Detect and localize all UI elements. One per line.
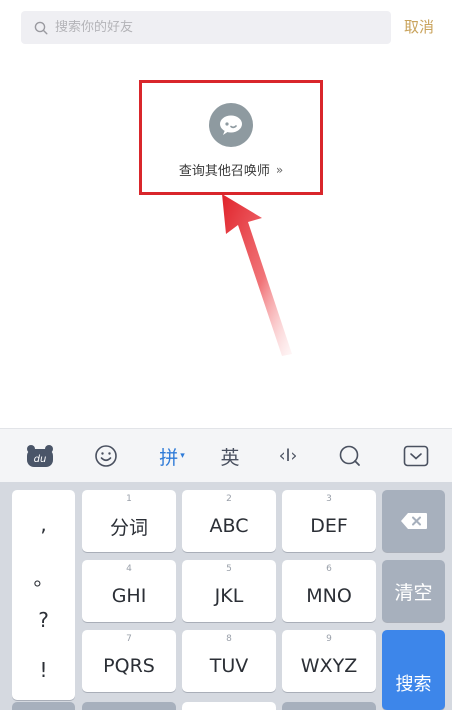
language-key[interactable] [282, 702, 376, 710]
keyboard: , 。 ? ! 1 分词 2 ABC 3 DEF 4 GHI 5 JKL 6 M… [0, 482, 452, 710]
key-label: 分词 [109, 516, 148, 539]
key-number: 6 [326, 564, 332, 574]
search-icon[interactable] [330, 429, 370, 483]
punct-period[interactable]: 。 [12, 562, 75, 591]
emoji-icon[interactable] [86, 429, 126, 483]
key-label: JKL [214, 585, 244, 607]
key-number: 7 [126, 634, 132, 644]
punct-comma[interactable]: , [12, 512, 75, 536]
punct-exclaim[interactable]: ! [12, 658, 75, 682]
chat-bubble-icon [209, 103, 253, 147]
keyboard-toolbar: du 拼 ▾ 英 ‹I› [0, 428, 452, 482]
english-mode-label: 英 [220, 446, 240, 469]
key-number: 2 [226, 494, 232, 504]
key-label: WXYZ [300, 655, 358, 677]
search-bar[interactable] [21, 11, 391, 44]
key-9[interactable]: 9 WXYZ [282, 630, 376, 692]
cancel-button[interactable]: 取消 [404, 16, 434, 37]
dropdown-icon: ▾ [180, 451, 185, 461]
chevron-right-icon: » [275, 162, 284, 177]
key-number: 1 [126, 494, 132, 504]
key-label: ABC [209, 515, 249, 537]
key-label: TUV [209, 655, 249, 677]
du-logo-icon[interactable]: du [20, 429, 60, 483]
key-number: 8 [226, 634, 232, 644]
backspace-button[interactable] [382, 490, 445, 552]
key-2[interactable]: 2 ABC [182, 490, 276, 552]
clear-button[interactable]: 清空 [382, 560, 445, 622]
key-number: 5 [226, 564, 232, 574]
query-label: 查询其他召唤师 [178, 164, 270, 179]
key-label: GHI [111, 585, 147, 607]
key-0[interactable] [182, 702, 276, 710]
query-other-summoners[interactable]: 查询其他召唤师 » [139, 80, 323, 195]
svg-text:du: du [34, 454, 47, 465]
annotation-arrow [222, 194, 292, 356]
key-4[interactable]: 4 GHI [82, 560, 176, 622]
key-8[interactable]: 8 TUV [182, 630, 276, 692]
key-number: 3 [326, 494, 332, 504]
key-number: 9 [326, 634, 332, 644]
search-input[interactable] [55, 20, 375, 35]
clear-label: 清空 [394, 581, 433, 604]
english-mode-button[interactable]: 英 [210, 429, 250, 483]
function-key[interactable] [82, 702, 176, 710]
cursor-label: ‹I› [278, 446, 298, 466]
key-3[interactable]: 3 DEF [282, 490, 376, 552]
punctuation-column[interactable]: , 。 ? ! [12, 490, 75, 700]
key-number: 4 [126, 564, 132, 574]
key-1[interactable]: 1 分词 [82, 490, 176, 552]
key-label: DEF [310, 515, 348, 537]
pinyin-mode-button[interactable]: 拼 ▾ [150, 429, 194, 483]
key-label: MNO [306, 585, 352, 607]
search-button[interactable]: 搜索 [382, 630, 445, 710]
symbol-key[interactable] [12, 702, 75, 710]
search-button-label: 搜索 [395, 674, 432, 695]
key-7[interactable]: 7 PQRS [82, 630, 176, 692]
search-icon [33, 20, 49, 36]
cursor-icon[interactable]: ‹I› [268, 429, 308, 483]
key-6[interactable]: 6 MNO [282, 560, 376, 622]
backspace-icon [400, 513, 427, 529]
key-label: PQRS [103, 655, 155, 677]
pinyin-mode-label: 拼 [159, 446, 179, 469]
key-5[interactable]: 5 JKL [182, 560, 276, 622]
collapse-keyboard-icon[interactable] [396, 429, 436, 483]
punct-question[interactable]: ? [12, 608, 75, 632]
